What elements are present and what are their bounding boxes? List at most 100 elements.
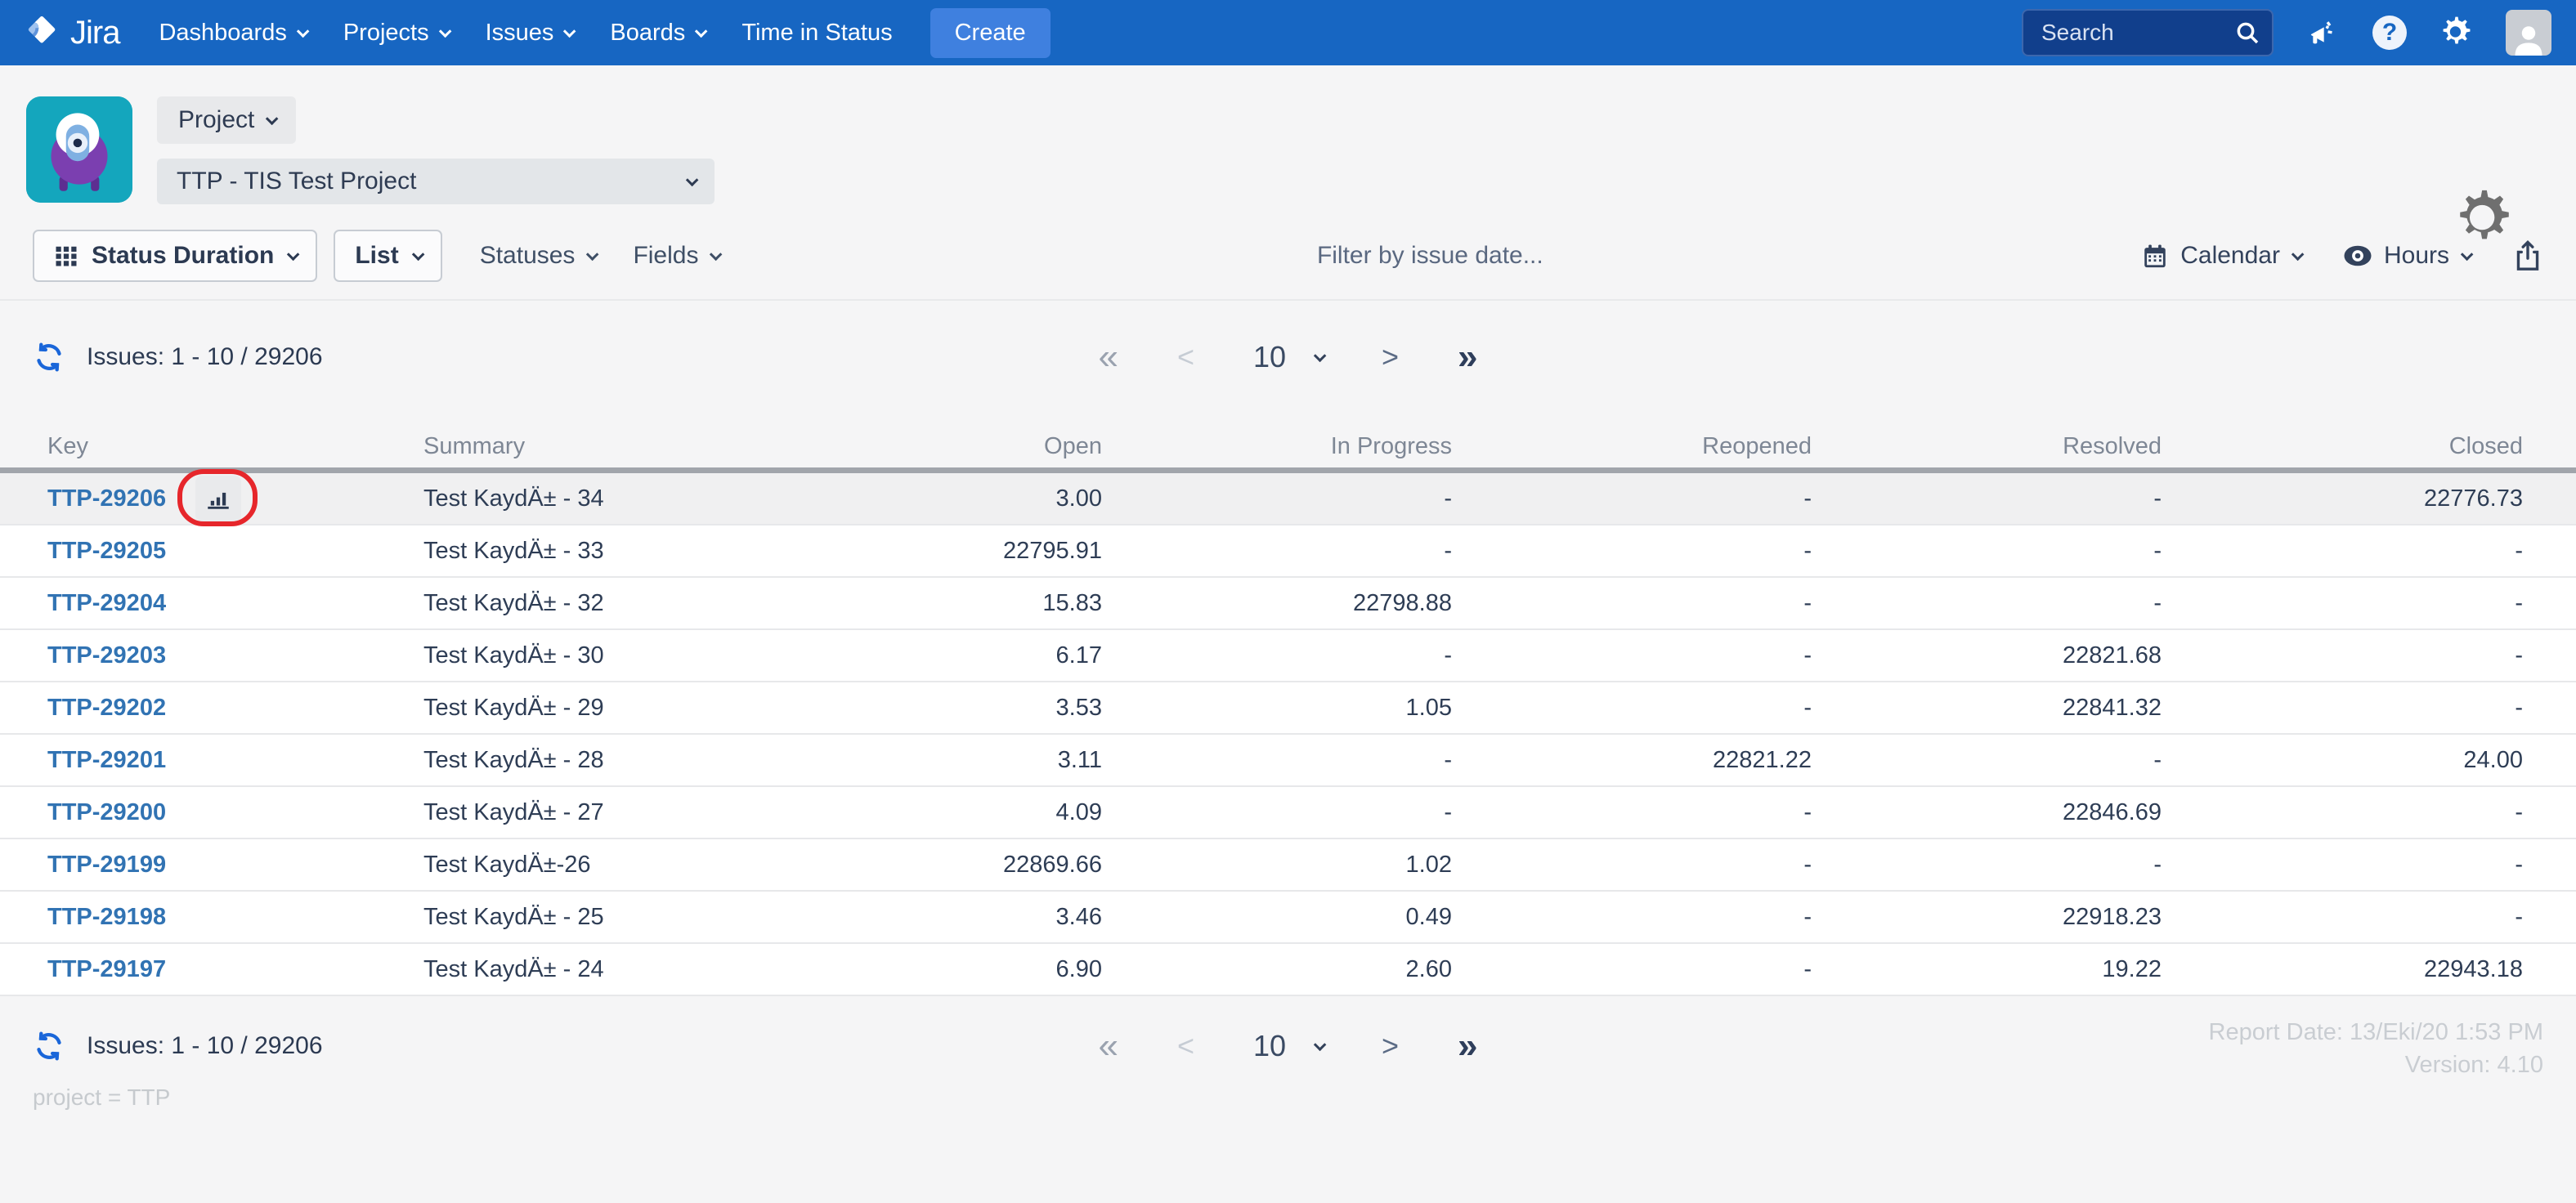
jira-logo-icon bbox=[25, 14, 62, 51]
in-progress-duration: - bbox=[1444, 798, 1452, 825]
help-icon[interactable]: ? bbox=[2372, 15, 2408, 51]
first-page-button[interactable]: « bbox=[1098, 339, 1118, 375]
table-row: TTP-29206 Test KaydÄ± - 34 3.00 - - - 22… bbox=[0, 469, 2576, 526]
issue-key-link[interactable]: TTP-29202 bbox=[47, 695, 166, 722]
resolved-duration: 22841.32 bbox=[2063, 694, 2162, 721]
issue-key-link[interactable]: TTP-29198 bbox=[47, 904, 166, 931]
resolved-duration: 19.22 bbox=[2102, 955, 2162, 982]
open-duration: 3.11 bbox=[1057, 746, 1102, 773]
page-size-select[interactable]: 10 bbox=[1253, 340, 1327, 374]
prev-page-button[interactable]: < bbox=[1177, 342, 1194, 372]
issue-key-link[interactable]: TTP-29201 bbox=[47, 747, 166, 774]
table-row: TTP-29201 Test KaydÄ± - 28 3.11 - 22821.… bbox=[0, 735, 2576, 787]
chevron-down-icon bbox=[438, 25, 451, 38]
page-size-select[interactable]: 10 bbox=[1253, 1029, 1327, 1063]
closed-duration: - bbox=[2515, 798, 2523, 825]
open-duration: 3.46 bbox=[1055, 903, 1102, 930]
resolved-duration: 22918.23 bbox=[2063, 903, 2162, 930]
next-page-button[interactable]: > bbox=[1382, 342, 1399, 372]
issue-key-link[interactable]: TTP-29199 bbox=[47, 852, 166, 879]
issue-key-link[interactable]: TTP-29203 bbox=[47, 642, 166, 669]
issues-count-label: Issues: 1 - 10 / 29206 bbox=[87, 1032, 323, 1059]
export-icon[interactable] bbox=[2512, 239, 2543, 272]
bar-chart-icon bbox=[208, 492, 229, 509]
chevron-down-icon bbox=[1313, 1038, 1327, 1051]
calendar-dropdown[interactable]: Calendar bbox=[2141, 242, 2305, 270]
last-page-button[interactable]: » bbox=[1458, 1028, 1477, 1064]
chevron-down-icon bbox=[266, 112, 279, 125]
issues-summary-row-top: Issues: 1 - 10 / 29206 « < 10 > » bbox=[0, 330, 2576, 384]
gear-icon[interactable] bbox=[2439, 15, 2475, 51]
table-header-row: Key Summary Open In Progress Reopened Re… bbox=[0, 425, 2576, 467]
chart-icon-button[interactable] bbox=[195, 476, 242, 521]
report-type-button[interactable]: Status Duration bbox=[33, 230, 318, 282]
megaphone-icon[interactable] bbox=[2305, 15, 2341, 51]
filter-area bbox=[719, 242, 2141, 270]
top-navbar: Jira Dashboards Projects Issues Boards T… bbox=[0, 0, 2576, 65]
issue-summary: Test KaydÄ±-26 bbox=[423, 851, 591, 878]
resolved-duration: - bbox=[2153, 851, 2162, 878]
nav-item-boards[interactable]: Boards bbox=[610, 20, 708, 47]
issue-key-link[interactable]: TTP-29205 bbox=[47, 538, 166, 565]
column-header-open: Open bbox=[1044, 432, 1102, 459]
in-progress-duration: 1.05 bbox=[1405, 694, 1452, 721]
issue-summary: Test KaydÄ± - 28 bbox=[423, 746, 604, 773]
reopened-duration: - bbox=[1803, 798, 1812, 825]
column-header-in-progress: In Progress bbox=[1330, 432, 1452, 459]
issue-key-link[interactable]: TTP-29206 bbox=[47, 485, 166, 512]
search-wrap bbox=[2022, 9, 2274, 56]
grid-icon bbox=[54, 244, 78, 268]
nav-item-projects[interactable]: Projects bbox=[343, 20, 451, 47]
row-chart-button-wrap bbox=[177, 469, 258, 526]
issue-key-link[interactable]: TTP-29197 bbox=[47, 956, 166, 983]
issue-key-link[interactable]: TTP-29200 bbox=[47, 799, 166, 826]
refresh-icon[interactable] bbox=[33, 1030, 65, 1062]
open-duration: 3.53 bbox=[1055, 694, 1102, 721]
reopened-duration: - bbox=[1803, 955, 1812, 982]
reopened-duration: - bbox=[1803, 851, 1812, 878]
chevron-down-icon bbox=[296, 25, 310, 38]
search-icon[interactable] bbox=[2234, 20, 2260, 46]
resolved-duration: 22846.69 bbox=[2063, 798, 2162, 825]
hours-unit-dropdown[interactable]: Hours bbox=[2343, 242, 2474, 270]
open-duration: 22869.66 bbox=[1003, 851, 1102, 878]
next-page-button[interactable]: > bbox=[1382, 1031, 1399, 1061]
issue-key-link[interactable]: TTP-29204 bbox=[47, 590, 166, 617]
jira-logo[interactable]: Jira bbox=[25, 14, 120, 51]
open-duration: 6.90 bbox=[1055, 955, 1102, 982]
main-nav: Dashboards Projects Issues Boards Time i… bbox=[159, 20, 892, 47]
create-button[interactable]: Create bbox=[930, 7, 1051, 58]
settings-gear-icon[interactable] bbox=[2453, 188, 2516, 250]
in-progress-duration: 22798.88 bbox=[1353, 589, 1452, 616]
table-row: TTP-29197 Test KaydÄ± - 24 6.90 2.60 - 1… bbox=[0, 944, 2576, 996]
user-avatar[interactable] bbox=[2506, 10, 2551, 56]
project-select[interactable]: TTP - TIS Test Project bbox=[157, 159, 715, 204]
status-duration-table: Key Summary Open In Progress Reopened Re… bbox=[0, 425, 2576, 996]
issue-summary: Test KaydÄ± - 24 bbox=[423, 955, 604, 982]
table-row: TTP-29198 Test KaydÄ± - 25 3.46 0.49 - 2… bbox=[0, 892, 2576, 944]
report-toolbar: Status Duration List Statuses Fields Fil… bbox=[0, 229, 2576, 283]
toolbar-divider bbox=[0, 299, 2576, 301]
closed-duration: - bbox=[2515, 694, 2523, 721]
column-header-reopened: Reopened bbox=[1702, 432, 1812, 459]
resolved-duration: - bbox=[2153, 589, 2162, 616]
nav-item-issues[interactable]: Issues bbox=[486, 20, 576, 47]
issue-date-filter-input[interactable] bbox=[1225, 242, 1635, 270]
table-header-divider bbox=[0, 467, 2576, 473]
fields-dropdown[interactable]: Fields bbox=[633, 242, 723, 270]
nav-item-dashboards[interactable]: Dashboards bbox=[159, 20, 310, 47]
open-duration: 4.09 bbox=[1055, 798, 1102, 825]
nav-item-time-in-status[interactable]: Time in Status bbox=[741, 20, 892, 47]
table-row: TTP-29200 Test KaydÄ± - 27 4.09 - - 2284… bbox=[0, 787, 2576, 839]
column-header-closed: Closed bbox=[2448, 432, 2523, 459]
in-progress-duration: - bbox=[1444, 642, 1452, 669]
statuses-dropdown[interactable]: Statuses bbox=[480, 242, 599, 270]
view-mode-button[interactable]: List bbox=[334, 230, 442, 282]
open-duration: 3.00 bbox=[1055, 485, 1102, 512]
last-page-button[interactable]: » bbox=[1458, 339, 1477, 375]
scope-dropdown-button[interactable]: Project bbox=[157, 96, 297, 144]
prev-page-button[interactable]: < bbox=[1177, 1031, 1194, 1061]
in-progress-duration: 0.49 bbox=[1405, 903, 1452, 930]
refresh-icon[interactable] bbox=[33, 341, 65, 373]
first-page-button[interactable]: « bbox=[1098, 1028, 1118, 1064]
